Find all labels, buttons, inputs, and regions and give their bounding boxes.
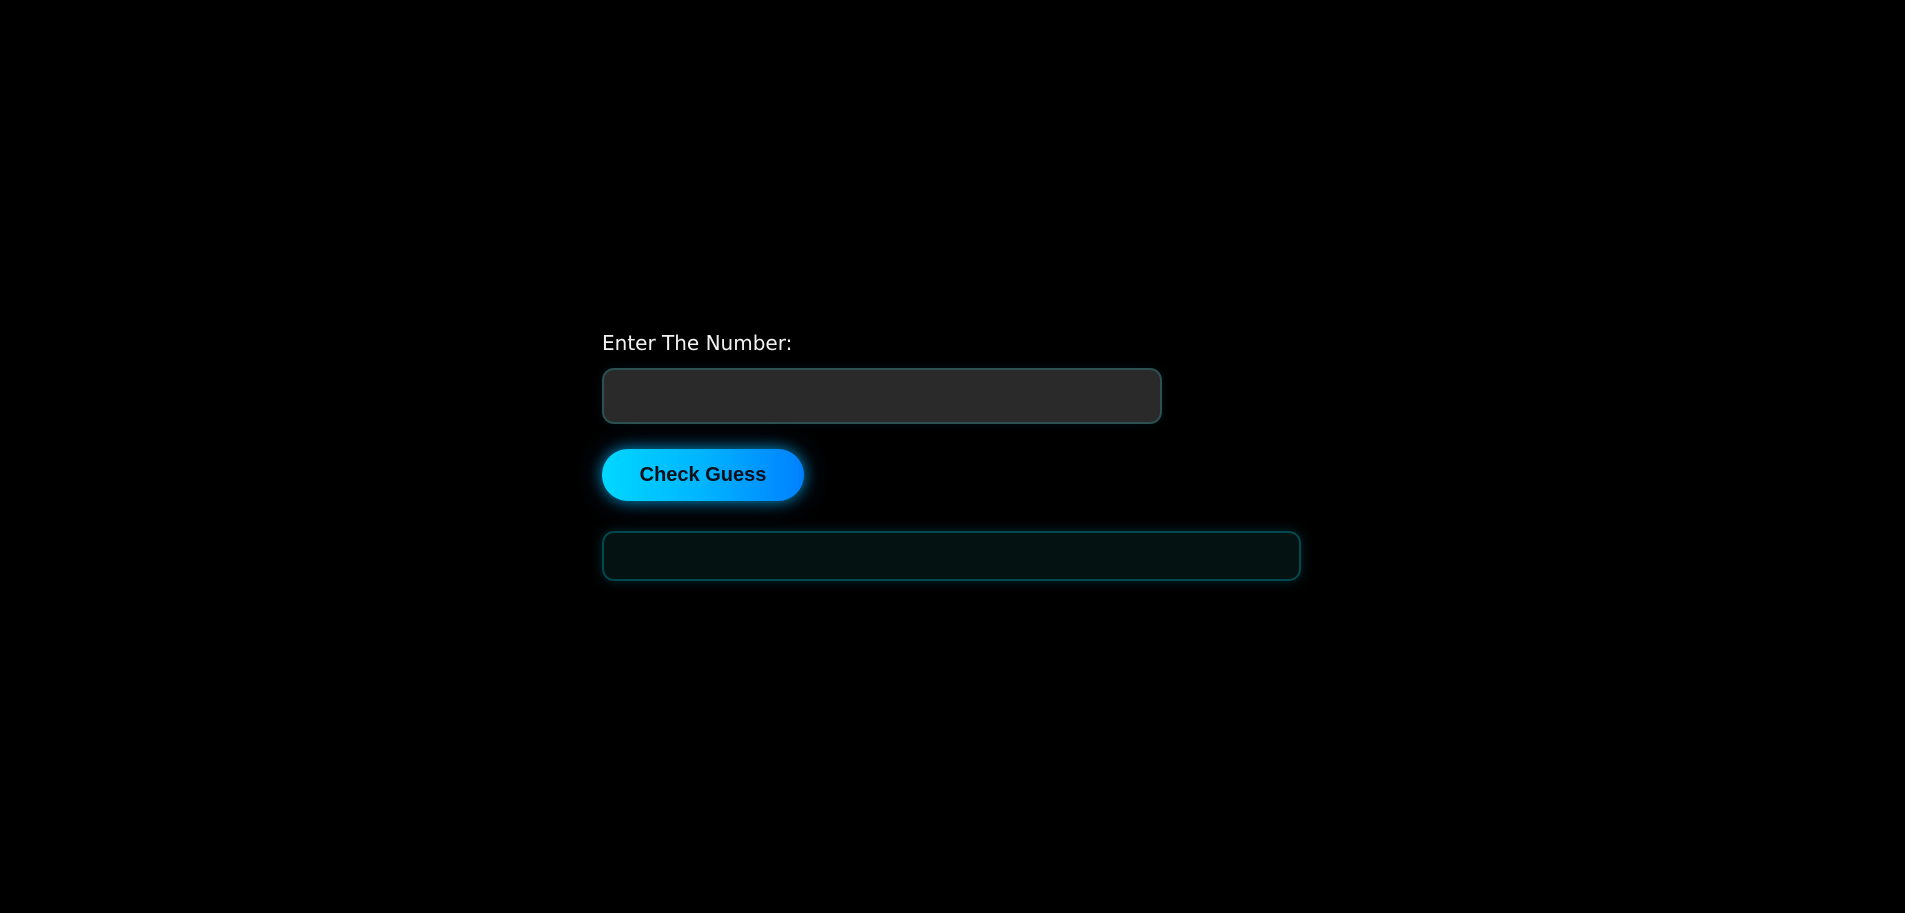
number-input[interactable] <box>602 368 1162 424</box>
number-label: Enter The Number: <box>602 331 793 355</box>
result-message-box <box>602 531 1301 581</box>
check-guess-button[interactable]: Check Guess <box>602 449 804 501</box>
guess-form: Enter The Number: Check Guess <box>602 330 1302 581</box>
